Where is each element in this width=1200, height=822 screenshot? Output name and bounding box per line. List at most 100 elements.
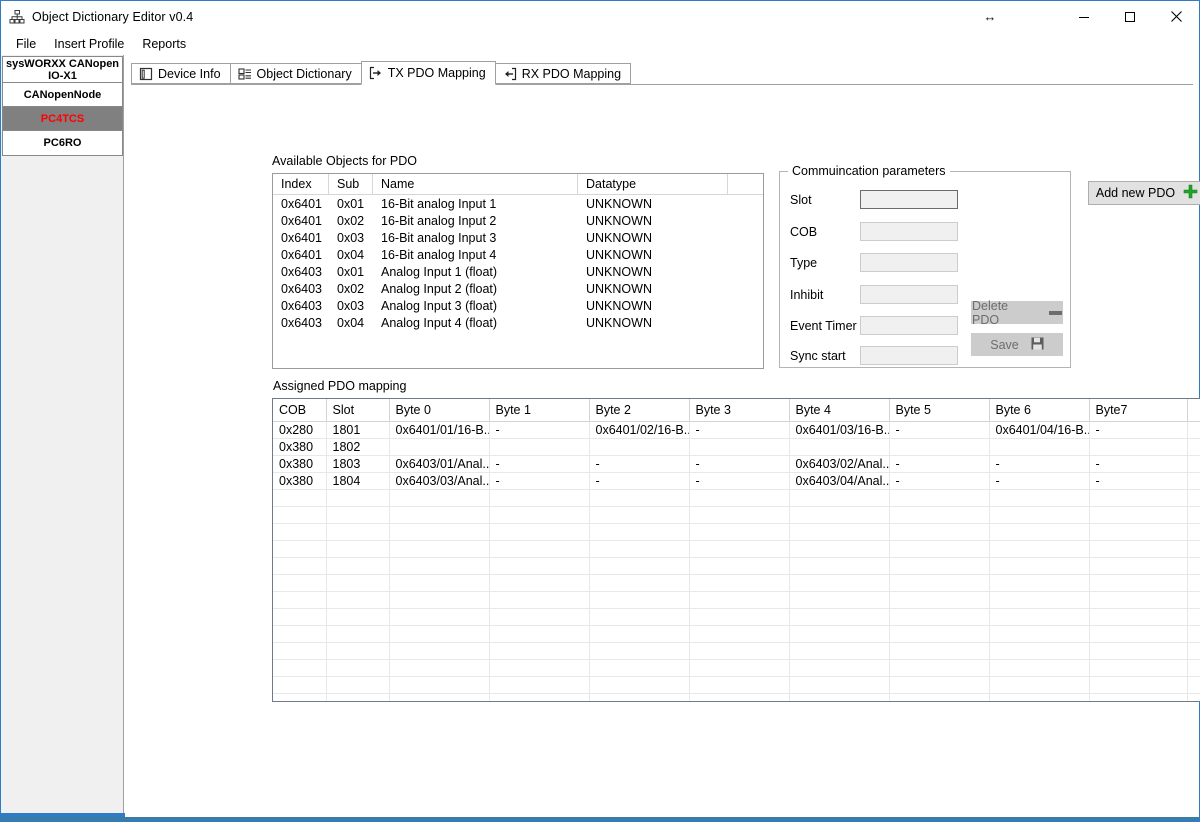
add-new-pdo-button[interactable]: Add new PDO: [1088, 181, 1200, 205]
cell-empty: [589, 574, 690, 592]
minimize-button[interactable]: [1061, 2, 1107, 32]
cell-empty: [1089, 625, 1188, 643]
delete-pdo-button[interactable]: Delete PDO: [971, 299, 1063, 327]
cell-empty: [989, 625, 1090, 643]
arrow-right-out-icon: [369, 66, 383, 80]
column-header-byte3[interactable]: Byte 3: [689, 399, 790, 422]
list-item[interactable]: 0x6403 0x01 Analog Input 1 (float) UNKNO…: [273, 263, 763, 280]
cell-empty: [589, 659, 690, 677]
field-row-type: Type: [790, 253, 958, 272]
column-header-sub[interactable]: Sub: [329, 174, 373, 195]
cell-byte1: -: [489, 455, 590, 473]
maximize-button[interactable]: [1107, 2, 1153, 32]
menu-item-file[interactable]: File: [7, 34, 45, 54]
table-row[interactable]: [273, 693, 1200, 701]
menu-item-insert-profile[interactable]: Insert Profile: [45, 34, 133, 54]
cell-empty: [889, 523, 990, 541]
table-row[interactable]: [273, 625, 1200, 643]
cell-empty: [889, 642, 990, 660]
minus-icon: [1049, 310, 1062, 315]
list-item[interactable]: 0x6403 0x03 Analog Input 3 (float) UNKNO…: [273, 297, 763, 314]
cell-empty: [273, 489, 327, 507]
table-row[interactable]: [273, 489, 1200, 507]
list-item[interactable]: 0x6401 0x03 16-Bit analog Input 3 UNKNOW…: [273, 229, 763, 246]
table-row[interactable]: [273, 540, 1200, 558]
inhibit-input[interactable]: [860, 285, 958, 304]
table-row[interactable]: [273, 506, 1200, 524]
table-row[interactable]: 0x280 1801 0x6401/01/16-B... - 0x6401/02…: [273, 421, 1200, 439]
menu-item-reports[interactable]: Reports: [133, 34, 195, 54]
close-button[interactable]: [1153, 2, 1199, 32]
table-row[interactable]: [273, 608, 1200, 626]
column-header-byte0[interactable]: Byte 0: [389, 399, 490, 422]
cell-empty: [989, 523, 1090, 541]
table-row[interactable]: [273, 642, 1200, 660]
sidebar-item-pc4tcs[interactable]: PC4TCS: [3, 107, 122, 131]
sidebar-item-pc6ro[interactable]: PC6RO: [3, 131, 122, 155]
cell-empty: [389, 523, 490, 541]
column-header-byte5[interactable]: Byte 5: [889, 399, 990, 422]
column-header-byte6[interactable]: Byte 6: [989, 399, 1090, 422]
cell-empty: [1187, 540, 1200, 558]
table-row[interactable]: [273, 591, 1200, 609]
sidebar-item-canopennode[interactable]: CANopenNode: [3, 83, 122, 107]
floppy-disk-icon: [1031, 337, 1044, 353]
column-header-datatype[interactable]: Datatype: [578, 174, 728, 195]
cell-byte3: [689, 438, 790, 456]
cell-byte4: 0x6403/02/Anal...: [789, 455, 890, 473]
sidebar-item-sysworxx[interactable]: sysWORXX CANopen IO-X1: [3, 57, 122, 83]
table-row[interactable]: 0x380 1802: [273, 438, 1200, 456]
cell-empty: [273, 540, 327, 558]
slot-input[interactable]: [860, 190, 958, 209]
table-row[interactable]: [273, 659, 1200, 677]
cell-empty: [989, 574, 1090, 592]
column-header-byte7[interactable]: Byte7: [1089, 399, 1188, 422]
cell-empty: [389, 625, 490, 643]
available-objects-list[interactable]: Index Sub Name Datatype 0x6401 0x01 16-B…: [272, 173, 764, 369]
table-row[interactable]: 0x380 1804 0x6403/03/Anal... - - - 0x640…: [273, 472, 1200, 490]
cell-datatype: UNKNOWN: [586, 247, 652, 262]
list-item[interactable]: 0x6401 0x04 16-Bit analog Input 4 UNKNOW…: [273, 246, 763, 263]
cell-empty: [889, 574, 990, 592]
cell-empty: [273, 557, 327, 575]
sync-start-input[interactable]: [860, 346, 958, 365]
cell-empty: [1089, 489, 1188, 507]
application-window: Object Dictionary Editor v0.4 ↔ File Ins…: [0, 0, 1200, 822]
column-header-name[interactable]: Name: [373, 174, 578, 195]
column-header-byte1[interactable]: Byte 1: [489, 399, 590, 422]
column-header-cob[interactable]: COB: [273, 399, 327, 422]
table-row[interactable]: 0x380 1803 0x6403/01/Anal... - - - 0x640…: [273, 455, 1200, 473]
save-button[interactable]: Save: [971, 333, 1063, 356]
table-row[interactable]: [273, 557, 1200, 575]
cell-byte2: [589, 438, 690, 456]
tab-device-info[interactable]: Device Info: [131, 63, 231, 84]
tab-object-dictionary[interactable]: Object Dictionary: [229, 63, 362, 84]
assigned-pdo-mapping-grid[interactable]: COB Slot Byte 0 Byte 1 Byte 2 Byte 3 Byt…: [272, 398, 1200, 702]
column-header-slot[interactable]: Slot: [326, 399, 390, 422]
list-item[interactable]: 0x6403 0x02 Analog Input 2 (float) UNKNO…: [273, 280, 763, 297]
event-timer-input[interactable]: [860, 316, 958, 335]
cell-empty: [989, 506, 1090, 524]
list-item[interactable]: 0x6401 0x02 16-Bit analog Input 2 UNKNOW…: [273, 212, 763, 229]
tab-rx-pdo-mapping[interactable]: RX PDO Mapping: [494, 63, 632, 84]
column-header-byte4[interactable]: Byte 4: [789, 399, 890, 422]
cell-byte7: -: [1089, 455, 1188, 473]
cell-empty: [326, 557, 390, 575]
column-header-byte2[interactable]: Byte 2: [589, 399, 690, 422]
cell-empty: [689, 693, 790, 701]
list-item[interactable]: 0x6403 0x04 Analog Input 4 (float) UNKNO…: [273, 314, 763, 331]
cell-name: Analog Input 1 (float): [381, 264, 498, 279]
column-header-index[interactable]: Index: [273, 174, 329, 195]
type-input[interactable]: [860, 253, 958, 272]
cell-filler: [1187, 455, 1200, 473]
table-row[interactable]: [273, 676, 1200, 694]
cob-input[interactable]: [860, 222, 958, 241]
cell-sub: 0x02: [337, 213, 365, 228]
tab-tx-pdo-mapping[interactable]: TX PDO Mapping: [360, 61, 496, 85]
cell-byte6: [989, 438, 1090, 456]
list-item[interactable]: 0x6401 0x01 16-Bit analog Input 1 UNKNOW…: [273, 195, 763, 212]
table-row[interactable]: [273, 523, 1200, 541]
table-row[interactable]: [273, 574, 1200, 592]
cell-empty: [389, 506, 490, 524]
cell-empty: [326, 608, 390, 626]
